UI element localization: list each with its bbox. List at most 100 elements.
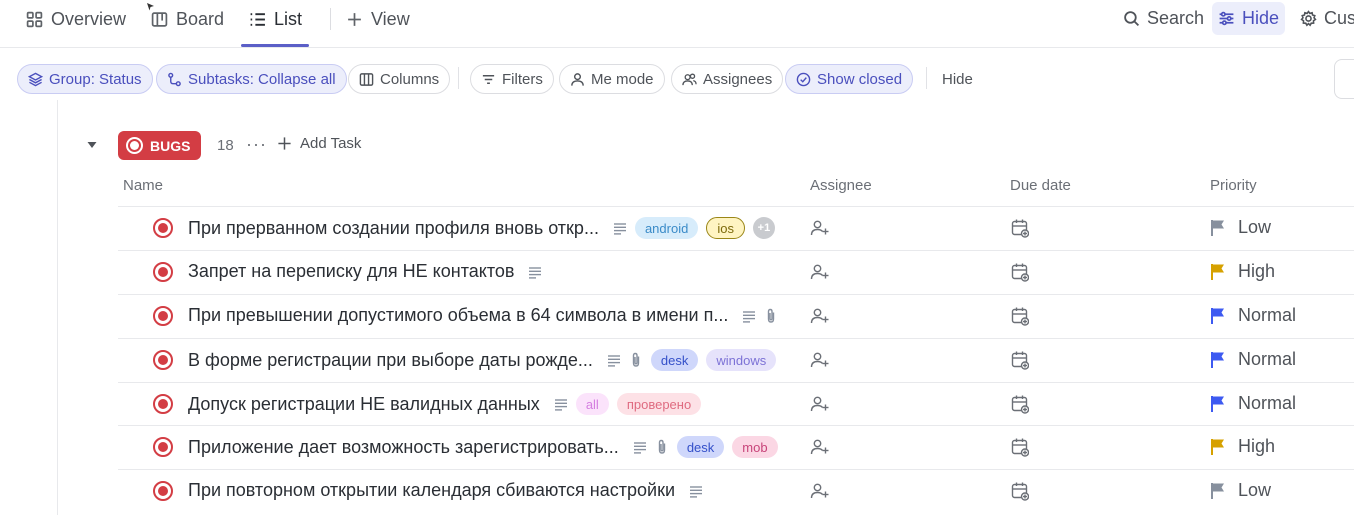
table-row[interactable]: Допуск регистрации НЕ валидных данных all… (118, 382, 1354, 426)
plus-icon (278, 137, 291, 150)
add-assignee-icon[interactable] (810, 481, 830, 501)
status-circle-icon[interactable] (153, 350, 173, 370)
hide-button[interactable]: Hide (1212, 2, 1286, 35)
task-name[interactable]: Приложение дает возможность зарегистриро… (188, 437, 619, 458)
status-badge[interactable]: BUGS (118, 131, 202, 160)
priority-cell[interactable]: Normal (1210, 305, 1296, 326)
add-task-button[interactable]: Add Task (277, 135, 361, 152)
description-icon (529, 266, 542, 279)
filter-icon (482, 74, 495, 84)
assignees-chip[interactable]: Assignees (671, 64, 784, 94)
task-name-cell[interactable]: При повторном открытии календаря сбивают… (188, 480, 703, 501)
active-tab-indicator (241, 44, 309, 47)
add-view-button[interactable]: View (346, 0, 410, 38)
tag[interactable]: проверено (616, 393, 702, 415)
table-row[interactable]: При превышении допустимого объема в 64 с… (118, 294, 1354, 338)
calendar-add-icon[interactable] (1011, 218, 1029, 238)
tag[interactable]: ios (706, 217, 745, 239)
tab-list[interactable]: List (249, 0, 302, 38)
priority-cell[interactable]: Low (1210, 480, 1271, 501)
task-name-cell[interactable]: Приложение дает возможность зарегистриро… (188, 436, 778, 458)
me-mode-chip[interactable]: Me mode (559, 64, 665, 94)
search-tasks-input[interactable] (1334, 59, 1354, 99)
customize-button[interactable]: Cus (1294, 2, 1354, 35)
task-count: 18 (217, 137, 234, 154)
table-row[interactable]: При прерванном создании профиля вновь от… (118, 206, 1354, 250)
add-assignee-icon[interactable] (810, 394, 830, 414)
priority-cell[interactable]: High (1210, 261, 1275, 282)
priority-cell[interactable]: Low (1210, 217, 1271, 238)
task-name[interactable]: При превышении допустимого объема в 64 с… (188, 305, 728, 326)
tag[interactable]: mob (732, 436, 778, 458)
hide-closed-button[interactable]: Hide (942, 64, 973, 94)
calendar-add-icon[interactable] (1011, 437, 1029, 457)
status-label: BUGS (150, 137, 191, 154)
more-options-icon[interactable]: ··· (246, 134, 267, 155)
group-by-label: Group: Status (49, 70, 142, 88)
tag[interactable]: windows (706, 349, 777, 371)
show-closed-chip[interactable]: Show closed (785, 64, 914, 94)
add-assignee-icon[interactable] (810, 262, 830, 282)
gear-icon (1300, 10, 1317, 27)
task-name[interactable]: При прерванном создании профиля вновь от… (188, 218, 599, 239)
tab-board[interactable]: Board (151, 0, 224, 38)
description-icon (743, 310, 756, 323)
task-name[interactable]: В форме регистрации при выборе даты рожд… (188, 350, 593, 371)
table-row[interactable]: Приложение дает возможность зарегистриро… (118, 425, 1354, 469)
priority-label: Low (1238, 480, 1272, 500)
task-name-cell[interactable]: При прерванном создании профиля вновь от… (188, 217, 775, 239)
priority-label: Normal (1238, 393, 1297, 413)
subtasks-chip[interactable]: Subtasks: Collapse all (156, 64, 347, 94)
columns-label: Columns (380, 70, 440, 88)
columns-chip[interactable]: Columns (348, 64, 451, 94)
task-name-cell[interactable]: Допуск регистрации НЕ валидных данных all… (188, 393, 702, 415)
customize-label: Cus (1324, 8, 1354, 28)
column-header-assignee[interactable]: Assignee (810, 177, 872, 194)
task-name[interactable]: Запрет на переписку для НЕ контактов (188, 261, 514, 282)
add-assignee-icon[interactable] (810, 306, 830, 326)
user-icon (571, 72, 584, 86)
group-by-status-chip[interactable]: Group: Status (17, 64, 153, 94)
add-assignee-icon[interactable] (810, 350, 830, 370)
status-circle-icon[interactable] (153, 394, 173, 414)
sliders-icon (1219, 11, 1234, 26)
status-circle-icon[interactable] (153, 262, 173, 282)
column-header-due-date[interactable]: Due date (1010, 177, 1071, 194)
table-row[interactable]: В форме регистрации при выборе даты рожд… (118, 338, 1354, 382)
description-icon (633, 442, 646, 454)
calendar-add-icon[interactable] (1011, 350, 1029, 370)
column-header-priority[interactable]: Priority (1210, 177, 1257, 194)
tab-overview[interactable]: Overview (26, 0, 126, 38)
tag[interactable]: all (575, 393, 609, 415)
tag[interactable]: +1 (752, 217, 775, 239)
add-assignee-icon[interactable] (810, 437, 830, 457)
status-circle-icon[interactable] (153, 437, 173, 457)
tag[interactable]: desk (650, 349, 699, 371)
tag[interactable]: desk (676, 436, 725, 458)
status-circle-icon[interactable] (153, 218, 173, 238)
table-row[interactable]: Запрет на переписку для НЕ контактов High (118, 250, 1354, 294)
calendar-add-icon[interactable] (1011, 481, 1029, 501)
add-task-label: Add Task (300, 135, 362, 152)
task-name-cell[interactable]: Запрет на переписку для НЕ контактов (188, 261, 542, 282)
task-name-cell[interactable]: В форме регистрации при выборе даты рожд… (188, 349, 777, 371)
priority-cell[interactable]: Normal (1210, 349, 1296, 370)
priority-cell[interactable]: High (1210, 436, 1275, 457)
tag[interactable]: android (634, 217, 699, 239)
status-circle-icon[interactable] (153, 481, 173, 501)
priority-cell[interactable]: Normal (1210, 393, 1296, 414)
calendar-add-icon[interactable] (1011, 394, 1029, 414)
task-name[interactable]: При повторном открытии календаря сбивают… (188, 480, 675, 501)
table-row[interactable]: При повторном открытии календаря сбивают… (118, 469, 1354, 513)
task-name-cell[interactable]: При превышении допустимого объема в 64 с… (188, 305, 778, 326)
add-assignee-icon[interactable] (810, 218, 830, 238)
priority-label: Normal (1238, 349, 1297, 369)
calendar-add-icon[interactable] (1011, 306, 1029, 326)
task-name[interactable]: Допуск регистрации НЕ валидных данных (188, 394, 540, 415)
column-header-name[interactable]: Name (123, 177, 163, 194)
filters-chip[interactable]: Filters (470, 64, 554, 94)
search-button[interactable]: Search (1117, 2, 1210, 35)
collapse-caret-icon[interactable] (86, 139, 98, 151)
calendar-add-icon[interactable] (1011, 262, 1029, 282)
status-circle-icon[interactable] (153, 306, 173, 326)
